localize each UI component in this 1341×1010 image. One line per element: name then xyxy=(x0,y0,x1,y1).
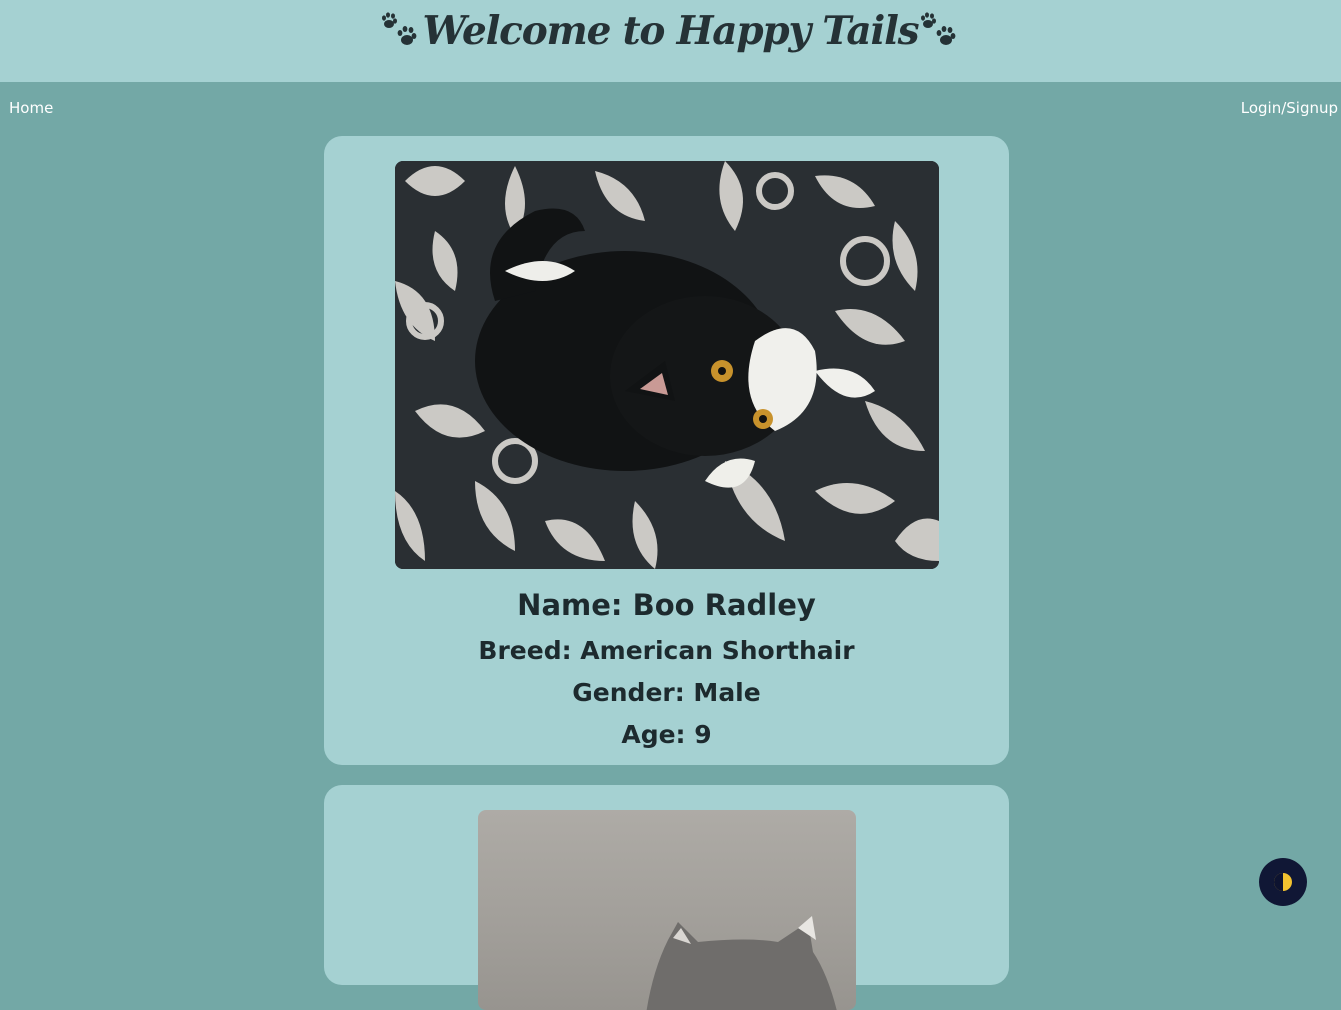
nav-bar: Home Login/Signup xyxy=(0,82,1341,136)
theme-toggle-button[interactable] xyxy=(1259,858,1307,906)
paw-prints-icon xyxy=(381,12,416,45)
nav-login-signup-link[interactable]: Login/Signup xyxy=(1241,99,1338,117)
pet-gender: Gender: Male xyxy=(572,678,761,707)
paw-prints-icon xyxy=(921,12,956,45)
pet-card: Name: Boo Radley Breed: American Shortha… xyxy=(324,136,1009,765)
pet-card xyxy=(324,785,1009,1010)
pet-breed: Breed: American Shorthair xyxy=(478,636,855,665)
site-title-wrap: Welcome to Happy Tails xyxy=(379,8,963,54)
gray-cat-photo xyxy=(478,810,856,1010)
site-title: Welcome to Happy Tails xyxy=(422,8,920,54)
pet-age: Age: 9 xyxy=(621,720,712,749)
black-and-white-cat-photo xyxy=(395,161,939,569)
half-moon-icon xyxy=(1274,873,1292,891)
site-header: Welcome to Happy Tails xyxy=(0,0,1341,82)
pet-name: Name: Boo Radley xyxy=(517,588,816,622)
nav-home-link[interactable]: Home xyxy=(9,99,53,117)
